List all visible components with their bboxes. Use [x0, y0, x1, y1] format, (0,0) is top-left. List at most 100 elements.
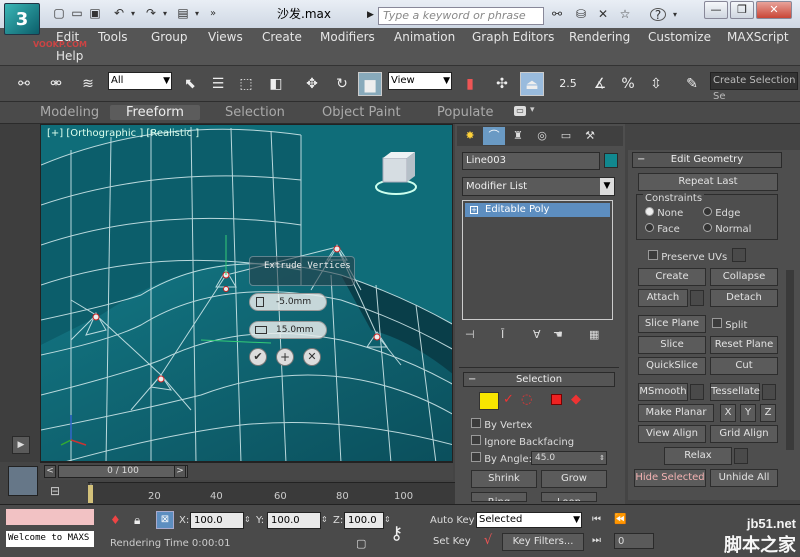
- create-button[interactable]: Create: [638, 268, 706, 286]
- element-mode-icon[interactable]: ◆: [571, 392, 581, 407]
- shrink-button[interactable]: Shrink: [471, 470, 537, 488]
- search-expand-icon[interactable]: ▶: [367, 10, 374, 20]
- slice-button[interactable]: Slice: [638, 336, 706, 354]
- relax-button[interactable]: Relax: [664, 447, 732, 465]
- detach-button[interactable]: Detach: [710, 289, 778, 307]
- split-row[interactable]: Split: [712, 318, 747, 331]
- msmooth-settings-icon[interactable]: [690, 384, 704, 400]
- set-key-button[interactable]: Set Key: [433, 536, 471, 547]
- selection-lock-icon[interactable]: 🔒︎: [134, 513, 140, 528]
- subscription-icon[interactable]: ⛁: [574, 8, 588, 21]
- create-tab-icon[interactable]: ✸: [459, 127, 481, 145]
- x-coordinate-input[interactable]: 100.0: [190, 512, 244, 529]
- hide-selected-button[interactable]: Hide Selected: [634, 469, 706, 487]
- time-prev-icon[interactable]: <: [44, 465, 56, 478]
- grow-button[interactable]: Grow: [541, 470, 607, 488]
- motion-tab-icon[interactable]: ◎: [531, 127, 553, 145]
- vertex-mode-icon[interactable]: [479, 392, 499, 410]
- repeat-last-button[interactable]: Repeat Last: [638, 173, 778, 191]
- caddy-cancel-icon[interactable]: ✕: [303, 348, 321, 366]
- rectangular-selection-icon[interactable]: ⬚: [234, 72, 258, 96]
- tessellate-settings-icon[interactable]: [762, 384, 776, 400]
- preserve-uvs-settings-icon[interactable]: [732, 248, 746, 262]
- key-mode-toggle-icon[interactable]: ⏭: [592, 535, 601, 546]
- extrude-width-field[interactable]: 15.0mm: [249, 321, 327, 339]
- msmooth-button[interactable]: MSmooth: [638, 383, 688, 401]
- keyboard-shortcut-override-icon[interactable]: ⏏: [520, 72, 544, 96]
- menu-create[interactable]: Create: [262, 30, 302, 44]
- undo-icon[interactable]: ↶: [112, 7, 126, 20]
- named-selection-input[interactable]: Create Selection Se: [710, 72, 798, 102]
- make-planar-button[interactable]: Make Planar: [638, 404, 714, 422]
- display-tab-icon[interactable]: ▭: [555, 127, 577, 145]
- make-planar-x-button[interactable]: X: [720, 404, 736, 422]
- current-frame-input[interactable]: 0: [614, 533, 654, 549]
- extrude-height-field[interactable]: -5.0mm: [249, 293, 327, 311]
- menu-maxscript[interactable]: MAXScript: [727, 30, 789, 44]
- selection-rollout-header[interactable]: − Selection: [463, 372, 615, 387]
- stack-item-editable-poly[interactable]: + Editable Poly: [465, 203, 610, 217]
- grid-align-button[interactable]: Grid Align: [710, 425, 778, 443]
- app-logo[interactable]: 3: [4, 3, 40, 35]
- move-icon[interactable]: ✥: [300, 72, 324, 96]
- select-object-icon[interactable]: ⬉: [178, 72, 202, 96]
- constraint-none-radio[interactable]: None: [645, 207, 683, 219]
- menu-customize[interactable]: Customize: [648, 30, 711, 44]
- previous-frame-icon[interactable]: ⏪: [614, 514, 626, 525]
- hierarchy-tab-icon[interactable]: ♜: [507, 127, 529, 145]
- project-dropdown-icon[interactable]: ▾: [190, 7, 204, 20]
- scale-icon[interactable]: ▆: [358, 72, 382, 96]
- save-icon[interactable]: ▣: [88, 7, 102, 20]
- y-spinner-icon[interactable]: ⇕: [321, 515, 328, 524]
- slice-plane-button[interactable]: Slice Plane: [638, 315, 706, 333]
- configure-modifier-sets-icon[interactable]: ▦: [589, 328, 599, 341]
- restore-button[interactable]: ❐: [730, 1, 754, 19]
- menu-animation[interactable]: Animation: [394, 30, 455, 44]
- project-folder-icon[interactable]: ▤: [176, 7, 190, 20]
- binoculars-icon[interactable]: ⚯: [550, 8, 564, 21]
- menu-rendering[interactable]: Rendering: [569, 30, 630, 44]
- constraint-normal-radio[interactable]: Normal: [703, 223, 751, 235]
- view-align-button[interactable]: View Align: [638, 425, 706, 443]
- by-angle-input[interactable]: 45.0 ⇕: [531, 451, 607, 465]
- preserve-uvs-row[interactable]: Preserve UVs: [648, 250, 727, 263]
- key-selection-dropdown[interactable]: Selected ▼: [476, 512, 582, 528]
- menu-edit[interactable]: Edit: [56, 30, 79, 44]
- menu-views[interactable]: Views: [208, 30, 243, 44]
- time-slider[interactable]: < 0 / 100 >: [40, 462, 453, 480]
- menu-help[interactable]: Help: [56, 49, 83, 63]
- minimize-button[interactable]: —: [704, 1, 728, 19]
- unhide-all-button[interactable]: Unhide All: [710, 469, 778, 487]
- favorites-star-icon[interactable]: ☆: [618, 8, 632, 21]
- ignore-backfacing-row[interactable]: Ignore Backfacing: [471, 435, 574, 448]
- reference-coordinate-dropdown[interactable]: View ▼: [388, 72, 452, 90]
- edit-geometry-header[interactable]: − Edit Geometry: [632, 152, 782, 168]
- polygon-mode-icon[interactable]: [551, 394, 562, 405]
- rotate-icon[interactable]: ↻: [330, 72, 354, 96]
- object-name-field[interactable]: Line003: [462, 152, 600, 170]
- track-bar[interactable]: 20 40 60 80 100: [88, 482, 455, 504]
- window-crossing-icon[interactable]: ◧: [264, 72, 288, 96]
- select-and-link-icon[interactable]: ⚯: [12, 72, 36, 96]
- time-next-icon[interactable]: >: [174, 465, 186, 478]
- help-icon[interactable]: ?: [650, 8, 666, 22]
- make-planar-z-button[interactable]: Z: [760, 404, 776, 422]
- tab-selection[interactable]: Selection: [225, 105, 285, 120]
- by-vertex-row[interactable]: By Vertex: [471, 418, 532, 431]
- tab-modeling[interactable]: Modeling: [40, 105, 99, 120]
- by-angle-row[interactable]: By Angle:: [471, 452, 532, 465]
- collapse-button[interactable]: Collapse: [710, 268, 778, 286]
- border-mode-icon[interactable]: ◌: [521, 392, 532, 407]
- key-filters-button[interactable]: Key Filters...: [502, 533, 584, 551]
- attach-settings-icon[interactable]: [690, 290, 704, 306]
- viewport-label[interactable]: [+] [Orthographic ] [Realistic ]: [47, 128, 199, 139]
- set-key-mode-icon[interactable]: ⚷: [390, 523, 403, 544]
- viewport-thumbnail[interactable]: [8, 466, 38, 496]
- selection-filter-dropdown[interactable]: All ▼: [108, 72, 172, 90]
- mini-curve-editor-icon[interactable]: ⊟: [50, 484, 60, 498]
- modify-tab-icon[interactable]: ⌒: [483, 127, 505, 145]
- time-slider-thumb[interactable]: 0 / 100: [58, 465, 188, 478]
- expand-panel-icon[interactable]: ▶: [12, 436, 30, 454]
- new-file-icon[interactable]: ▢: [52, 7, 66, 20]
- bind-space-warp-icon[interactable]: ≋: [76, 72, 100, 96]
